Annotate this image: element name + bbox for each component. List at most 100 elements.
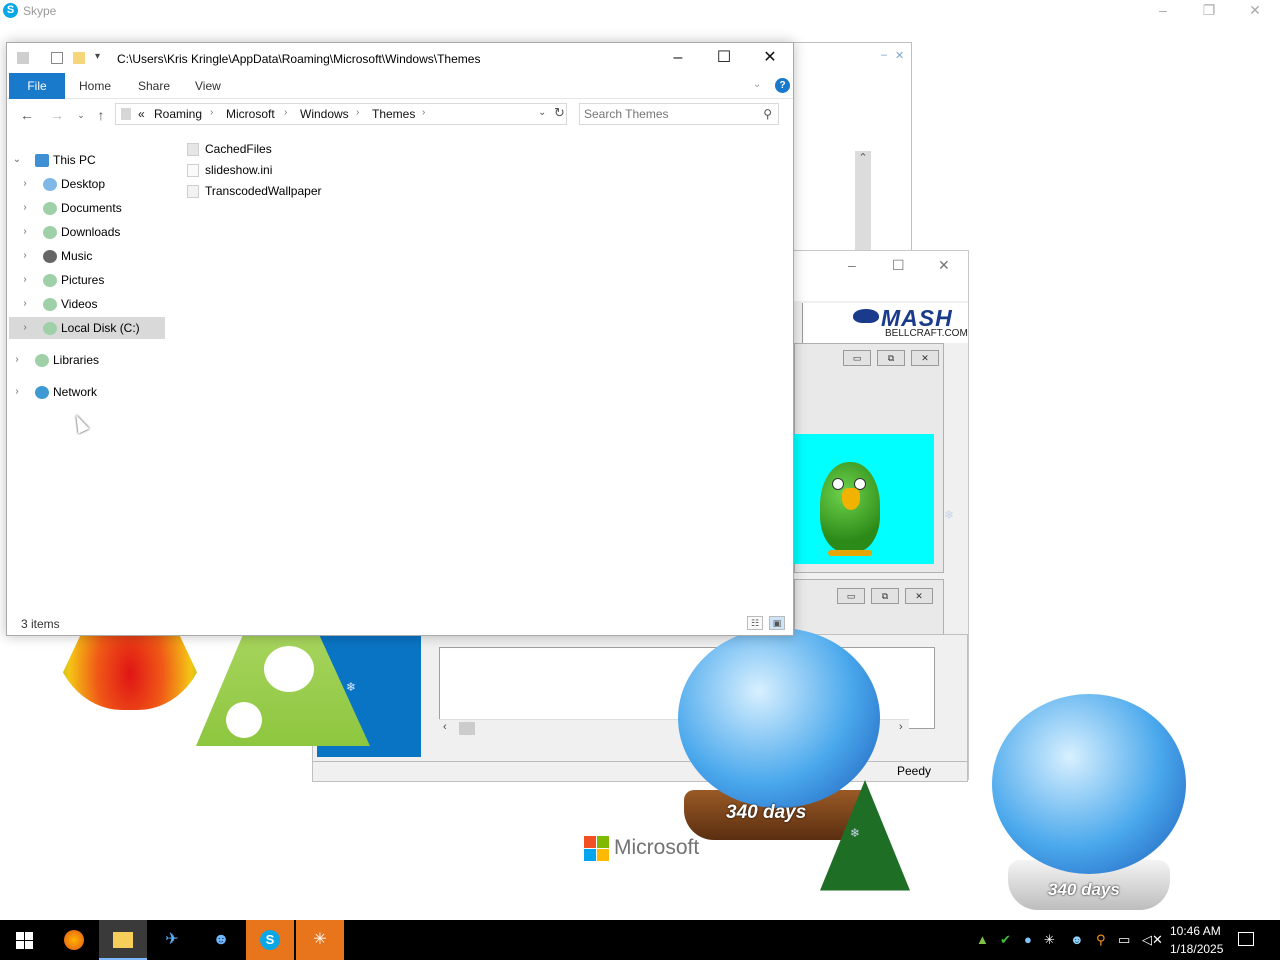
taskbar-firefox[interactable] (50, 920, 98, 960)
chevron-down-icon[interactable]: ⌄ (11, 149, 23, 171)
chevron-right-icon[interactable]: › (19, 269, 31, 291)
chevron-right-icon[interactable]: › (19, 245, 31, 267)
breadcrumb-roaming[interactable]: Roaming (154, 107, 202, 121)
item-count: 3 items (21, 617, 60, 631)
tree-item-pictures[interactable]: › Pictures (19, 269, 165, 291)
chevron-right-icon[interactable]: › (11, 349, 23, 371)
tree-item-label: Libraries (53, 353, 100, 367)
quick-access-dropdown-icon[interactable]: ▾ (95, 51, 100, 62)
search-box[interactable]: ⚲ (579, 103, 779, 125)
mash-close-button[interactable]: ✕ (938, 257, 950, 274)
tab-file[interactable]: File (9, 73, 65, 99)
chevron-right-icon[interactable]: › (210, 107, 213, 118)
microsoft-logo-icon (584, 836, 610, 862)
minimize-button[interactable]: – (655, 45, 701, 71)
tray-drop-icon[interactable]: ● (1024, 932, 1032, 947)
tree-item-this-pc[interactable]: ⌄ This PC (11, 149, 161, 171)
tab-view[interactable]: View (181, 73, 235, 99)
large-icons-view-icon[interactable]: ▣ (769, 616, 785, 630)
chevron-right-icon[interactable]: › (19, 317, 31, 339)
tree-item-videos[interactable]: › Videos (19, 293, 165, 315)
tree-item-local-disk[interactable]: › Local Disk (C:) (9, 317, 165, 339)
properties-icon[interactable] (51, 52, 63, 64)
agent-app-icon: ☻ (212, 931, 230, 948)
help-icon[interactable]: ? (775, 78, 790, 93)
tray-app-icon[interactable]: ▲ (976, 932, 989, 947)
skype-minimize-button[interactable]: – (1148, 2, 1178, 18)
search-input[interactable] (584, 106, 754, 122)
tray-agent-icon[interactable]: ☻ (1070, 932, 1084, 947)
sub-panel2-restore-button[interactable]: ⧉ (871, 588, 899, 604)
close-button[interactable]: ✕ (747, 45, 793, 71)
tree-item-music[interactable]: › Music (19, 245, 165, 267)
refresh-icon[interactable]: ↻ (554, 105, 565, 121)
chevron-right-icon[interactable]: › (19, 221, 31, 243)
tree-item-libraries[interactable]: › Libraries (11, 349, 161, 371)
chevron-right-icon[interactable]: › (19, 293, 31, 315)
parrot-agent-character[interactable] (772, 434, 934, 564)
sub-panel-restore-button[interactable]: ⧉ (877, 350, 905, 366)
tray-security-icon[interactable]: ✔ (1000, 932, 1011, 948)
chevron-right-icon[interactable]: › (284, 107, 287, 118)
up-arrow-icon[interactable]: ↑ (91, 105, 111, 125)
file-icon (187, 185, 199, 198)
chevron-right-icon[interactable]: › (422, 107, 425, 118)
tree-item-downloads[interactable]: › Downloads (19, 221, 165, 243)
scroll-thumb[interactable] (459, 722, 475, 735)
forward-arrow-icon[interactable]: → (47, 105, 67, 125)
breadcrumb-microsoft[interactable]: Microsoft (226, 107, 275, 121)
new-folder-icon[interactable] (73, 52, 85, 64)
chevron-right-icon[interactable]: › (19, 173, 31, 195)
scroll-up-icon[interactable]: ⌃ (855, 151, 871, 164)
chevron-right-icon[interactable]: › (19, 197, 31, 219)
volume-muted-icon[interactable]: ◁✕ (1142, 932, 1163, 948)
clock-time[interactable]: 10:46 AM (1170, 924, 1221, 938)
back-arrow-icon[interactable]: ← (17, 105, 37, 125)
scroll-right-icon[interactable]: › (899, 721, 903, 733)
tray-search-icon[interactable]: ⚲ (1096, 932, 1106, 948)
navigation-bar: ← → ⌄ ↑ « Roaming › Microsoft › Windows … (7, 99, 793, 131)
file-list: CachedFiles slideshow.ini TranscodedWall… (179, 139, 779, 609)
sub-panel2-close-button[interactable]: ✕ (905, 588, 933, 604)
network-tray-icon[interactable]: ▭ (1118, 932, 1130, 948)
chevron-right-icon[interactable]: › (11, 381, 23, 403)
sub-panel2-minimize-button[interactable]: ▭ (837, 588, 865, 604)
breadcrumb-windows[interactable]: Windows (300, 107, 349, 121)
breadcrumb-overflow[interactable]: « (138, 107, 145, 121)
action-center-icon[interactable] (1238, 932, 1254, 946)
tree-item-network[interactable]: › Network (11, 381, 161, 403)
taskbar-snowflake-app[interactable]: ✳ (296, 920, 344, 960)
tray-snowflake-icon[interactable]: ✳ (1044, 932, 1055, 948)
background-window-close-button[interactable]: ✕ (895, 49, 904, 62)
details-view-icon[interactable]: ☷ (747, 616, 763, 630)
start-button[interactable] (0, 920, 48, 960)
skype-close-button[interactable]: ✕ (1240, 2, 1270, 19)
taskbar-file-explorer[interactable] (99, 920, 147, 960)
clock-date[interactable]: 1/18/2025 (1170, 942, 1223, 956)
chevron-right-icon[interactable]: › (356, 107, 359, 118)
sub-panel-minimize-button[interactable]: ▭ (843, 350, 871, 366)
tree-item-desktop[interactable]: › Desktop (19, 173, 165, 195)
background-window-minimize-button[interactable]: – (881, 49, 887, 61)
mash-maximize-button[interactable]: ☐ (892, 257, 905, 274)
background-window-scrollbar[interactable] (855, 151, 871, 251)
recent-locations-icon[interactable]: ⌄ (71, 105, 91, 125)
search-icon[interactable]: ⚲ (763, 107, 772, 121)
scroll-left-icon[interactable]: ‹ (443, 721, 447, 733)
taskbar-agent-app[interactable]: ☻ (197, 920, 245, 960)
maximize-button[interactable]: ☐ (701, 45, 747, 71)
taskbar-skype[interactable]: S (246, 920, 294, 960)
skype-restore-button[interactable]: ❐ (1194, 2, 1224, 19)
tree-item-documents[interactable]: › Documents (19, 197, 165, 219)
breadcrumb-themes[interactable]: Themes (372, 107, 415, 121)
tab-home[interactable]: Home (65, 73, 125, 99)
sub-panel-close-button[interactable]: ✕ (911, 350, 939, 366)
tab-share[interactable]: Share (124, 73, 184, 99)
taskbar-airplane-app[interactable]: ✈ (148, 920, 196, 960)
address-bar[interactable]: « Roaming › Microsoft › Windows › Themes… (115, 103, 567, 125)
expand-ribbon-icon[interactable]: ⌄ (753, 79, 761, 90)
parrot-icon (820, 462, 880, 556)
mash-minimize-button[interactable]: – (848, 257, 856, 273)
address-dropdown-icon[interactable]: ⌄ (538, 107, 546, 118)
network-icon (35, 386, 49, 399)
